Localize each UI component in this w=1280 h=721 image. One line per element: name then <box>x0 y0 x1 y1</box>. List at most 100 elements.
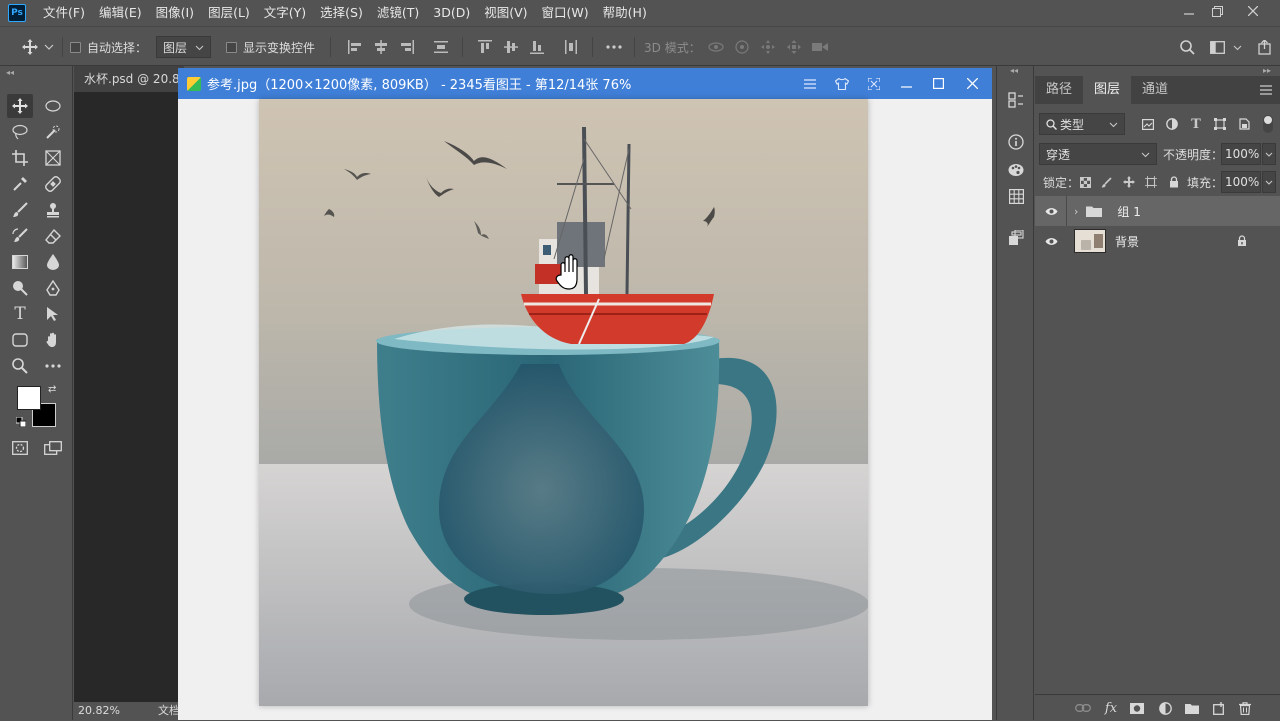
menu-filter[interactable]: 滤镜(T) <box>370 0 426 26</box>
workspace-icon[interactable] <box>1206 27 1246 67</box>
quick-select-tool[interactable] <box>40 120 66 144</box>
viewer-skin-icon[interactable] <box>826 68 858 99</box>
minimize-button[interactable] <box>1174 0 1204 22</box>
distribute-icon[interactable] <box>432 27 450 67</box>
path-select-tool[interactable] <box>40 302 66 326</box>
swap-colors-icon[interactable]: ⇄ <box>48 384 56 395</box>
show-transform-toggle[interactable]: 显示变换控件 <box>226 27 315 67</box>
zoom-level[interactable]: 20.82% <box>78 702 120 720</box>
pen-tool[interactable] <box>40 276 66 300</box>
auto-select-dropdown[interactable]: 图层 <box>156 36 212 58</box>
quick-mask-button[interactable] <box>7 436 33 460</box>
marquee-tool[interactable] <box>40 94 66 118</box>
viewer-menu-icon[interactable] <box>794 68 826 99</box>
panel-menu-icon[interactable] <box>1260 76 1272 104</box>
layer-filter-dropdown[interactable]: 类型 <box>1039 113 1125 135</box>
filter-smart-object-icon[interactable] <box>1236 112 1252 136</box>
collapse-icon[interactable]: ◂◂ <box>1010 66 1018 75</box>
align-center-icon[interactable] <box>372 27 390 67</box>
auto-select-checkbox[interactable] <box>70 41 81 53</box>
clone-stamp-tool[interactable] <box>40 198 66 222</box>
fill-dropdown[interactable] <box>1262 171 1276 193</box>
link-icon[interactable] <box>1071 695 1095 721</box>
3d-roll-icon[interactable] <box>732 27 752 67</box>
zoom-tool[interactable] <box>7 354 33 378</box>
visibility-eye-icon[interactable] <box>1040 196 1062 226</box>
mask-icon[interactable] <box>1125 695 1149 721</box>
collapse-icon[interactable]: ▸▸ <box>1263 66 1271 75</box>
lock-transparency-icon[interactable] <box>1078 170 1092 194</box>
3d-orbit-icon[interactable] <box>706 27 726 67</box>
distribute-vertical-icon[interactable] <box>562 27 580 67</box>
menu-window[interactable]: 窗口(W) <box>535 0 596 26</box>
menu-edit[interactable]: 编辑(E) <box>92 0 149 26</box>
screen-mode-button[interactable] <box>40 436 66 460</box>
align-left-icon[interactable] <box>346 27 364 67</box>
shape-tool[interactable] <box>7 328 33 352</box>
lasso-tool[interactable] <box>7 120 33 144</box>
menu-layer[interactable]: 图层(L) <box>201 0 257 26</box>
color-panel-icon[interactable] <box>1004 158 1028 182</box>
menu-file[interactable]: 文件(F) <box>36 0 92 26</box>
lock-artboard-icon[interactable] <box>1144 170 1158 194</box>
opacity-dropdown[interactable] <box>1262 143 1276 165</box>
align-top-icon[interactable] <box>476 27 494 67</box>
filter-shape-icon[interactable] <box>1212 112 1228 136</box>
menu-select[interactable]: 选择(S) <box>313 0 370 26</box>
adjustment-icon[interactable] <box>1153 695 1177 721</box>
tab-paths[interactable]: 路径 <box>1035 76 1083 104</box>
move-tool-preset[interactable] <box>18 27 58 67</box>
auto-select-toggle[interactable]: 自动选择： <box>70 27 147 67</box>
eyedropper-tool[interactable] <box>7 172 33 196</box>
move-tool[interactable] <box>7 94 33 118</box>
chevron-right-icon[interactable]: › <box>1074 205 1078 218</box>
filter-toggle[interactable] <box>1263 115 1273 133</box>
healing-brush-tool[interactable] <box>40 172 66 196</box>
default-colors-icon[interactable] <box>15 416 27 430</box>
frame-tool[interactable] <box>40 146 66 170</box>
layer-name[interactable]: 背景 <box>1115 233 1139 250</box>
libraries-panel-icon[interactable] <box>1004 226 1028 250</box>
viewer-fullscreen-icon[interactable] <box>858 68 890 99</box>
tab-channels[interactable]: 通道 <box>1131 76 1179 104</box>
swatches-panel-icon[interactable] <box>1004 184 1028 208</box>
3d-video-icon[interactable] <box>810 27 830 67</box>
more-tools-button[interactable] <box>40 354 66 378</box>
info-panel-icon[interactable] <box>1004 130 1028 154</box>
group-icon[interactable] <box>1180 695 1204 721</box>
menu-type[interactable]: 文字(Y) <box>257 0 313 26</box>
document-tab[interactable]: 水杯.psd @ 20.8 <box>74 66 184 92</box>
collapse-icon[interactable]: ◂◂ <box>6 68 14 77</box>
align-right-icon[interactable] <box>398 27 416 67</box>
document-canvas-area[interactable] <box>74 92 178 702</box>
filter-pixel-icon[interactable] <box>1140 112 1156 136</box>
document-info[interactable]: 文档 <box>158 702 180 720</box>
filter-adjustment-icon[interactable] <box>1164 112 1180 136</box>
layer-row-background[interactable]: 背景 <box>1035 226 1280 256</box>
visibility-eye-icon[interactable] <box>1040 226 1062 256</box>
layer-name[interactable]: 组 1 <box>1117 203 1140 220</box>
type-tool[interactable]: T <box>7 302 33 326</box>
trash-icon[interactable] <box>1233 695 1257 721</box>
share-icon[interactable] <box>1254 27 1274 67</box>
restore-button[interactable] <box>1202 0 1232 22</box>
fill-input[interactable]: 100% <box>1221 171 1261 193</box>
viewer-minimize-button[interactable] <box>890 68 922 99</box>
viewer-close-button[interactable] <box>956 68 988 99</box>
tab-layers[interactable]: 图层 <box>1083 76 1132 104</box>
hand-tool[interactable] <box>40 328 66 352</box>
crop-tool[interactable] <box>7 146 33 170</box>
brush-tool[interactable] <box>7 198 33 222</box>
history-brush-tool[interactable] <box>7 224 33 248</box>
align-bottom-icon[interactable] <box>528 27 546 67</box>
layer-row-group[interactable]: › 组 1 <box>1035 196 1280 226</box>
3d-pan-icon[interactable] <box>758 27 778 67</box>
new-layer-icon[interactable] <box>1207 695 1231 721</box>
lock-position-icon[interactable] <box>1122 170 1136 194</box>
lock-pixels-icon[interactable] <box>1099 170 1113 194</box>
align-middle-icon[interactable] <box>502 27 520 67</box>
viewer-maximize-button[interactable] <box>922 68 954 99</box>
close-button[interactable] <box>1238 0 1268 22</box>
history-panel-icon[interactable] <box>1004 88 1028 112</box>
dodge-tool[interactable] <box>7 276 33 300</box>
